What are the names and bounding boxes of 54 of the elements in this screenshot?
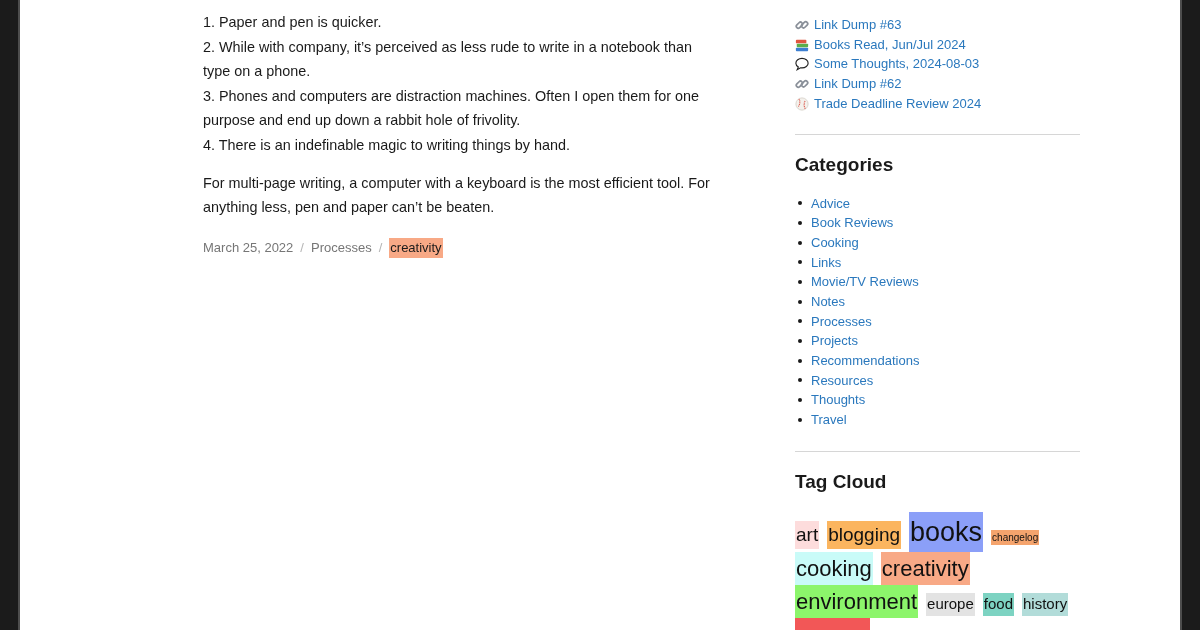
speech-bubble-icon [795,57,809,72]
bullet-icon [798,201,802,206]
list-item-text: 2. While with company, it’s perceived as less rude to write in a notebook than type on a phone. [203,37,693,82]
baseball-icon [795,96,809,111]
bullet-icon [798,398,802,403]
category-link[interactable]: Advice [811,193,851,214]
tag-link[interactable]: environment [795,585,919,619]
paragraph-text: For multi-page writing, a computer with a keyboard is the most efficient tool. For anything less, pen and paper can’t be beaten. [203,173,711,218]
category-link[interactable]: Resources [811,370,874,391]
category-link[interactable]: Projects [811,331,858,351]
post-date[interactable]: March 25, 2022 [203,237,294,258]
category-link[interactable]: Recommendations [811,351,920,371]
category-link[interactable]: Cooking [811,232,859,253]
category-link[interactable]: Notes [811,291,845,312]
bullet-icon [798,220,802,225]
tag-link[interactable]: history [1022,593,1069,616]
tag-link[interactable]: books [909,511,984,553]
bullet-icon [798,240,802,245]
tag-link[interactable]: art [795,520,820,550]
bullet-icon [798,358,802,363]
category-link[interactable]: Movie/TV Reviews [811,272,919,292]
separator-text: / [378,238,383,257]
category-link[interactable]: Travel [811,410,847,430]
recent-post-link[interactable]: Trade Deadline Review 2024 [814,93,982,114]
bullet-icon [798,417,802,422]
category-link[interactable]: Thoughts [811,390,866,410]
tag-link[interactable]: europe [926,593,975,616]
recent-post-link[interactable]: Books Read, Jun/Jul 2024 [814,34,966,55]
widget-title: Tag Cloud [795,469,888,494]
tag-link[interactable]: creativity [389,237,443,258]
category-link[interactable]: Book Reviews [811,213,894,233]
list-item-text: 1. Paper and pen is quicker. [203,13,383,32]
category-link[interactable]: Processes [310,237,372,258]
bullet-icon [798,260,802,265]
bullet-icon [798,339,802,344]
bullet-icon [798,319,802,324]
tag-link[interactable]: changelog [991,529,1040,545]
separator-text: / [300,238,304,257]
widget-title: Categories [795,153,895,178]
category-link[interactable]: Links [811,252,842,273]
tag-link[interactable]: creativity [880,552,970,586]
tag-link[interactable]: food [982,593,1014,616]
category-link[interactable]: Processes [811,311,872,332]
bullet-icon [798,280,802,285]
tag-link[interactable]: cooking [795,552,873,586]
books-icon [795,37,809,52]
recent-post-link[interactable]: Link Dump #62 [814,74,902,94]
bullet-icon [798,299,802,304]
bullet-icon [798,378,802,383]
list-item-text: 3. Phones and computers are distraction machines. Often I open them for one purpose and end up down a rabbit hole of frivolity. [203,86,700,131]
recent-post-link[interactable]: Some Thoughts, 2024-08-03 [814,54,980,74]
recent-post-link[interactable]: Link Dump #63 [814,15,902,35]
tag-link[interactable]: blogging [827,520,902,550]
list-item-text: 4. There is an indefinable magic to writing things by hand. [203,135,571,155]
